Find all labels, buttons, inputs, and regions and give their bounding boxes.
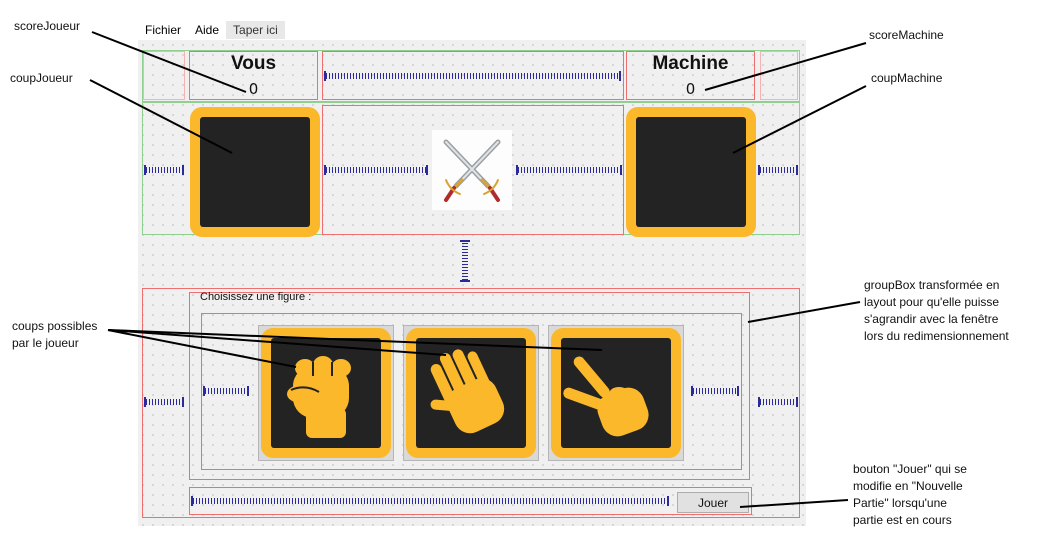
line-coup-machine xyxy=(732,85,867,154)
line-coups-scissors xyxy=(107,329,603,351)
line-bouton-jouer xyxy=(739,499,849,508)
line-score-joueur xyxy=(91,31,247,93)
line-score-machine xyxy=(704,42,867,91)
line-coup-joueur xyxy=(89,79,233,154)
annotation-lines xyxy=(89,31,867,508)
line-groupbox xyxy=(747,301,861,323)
